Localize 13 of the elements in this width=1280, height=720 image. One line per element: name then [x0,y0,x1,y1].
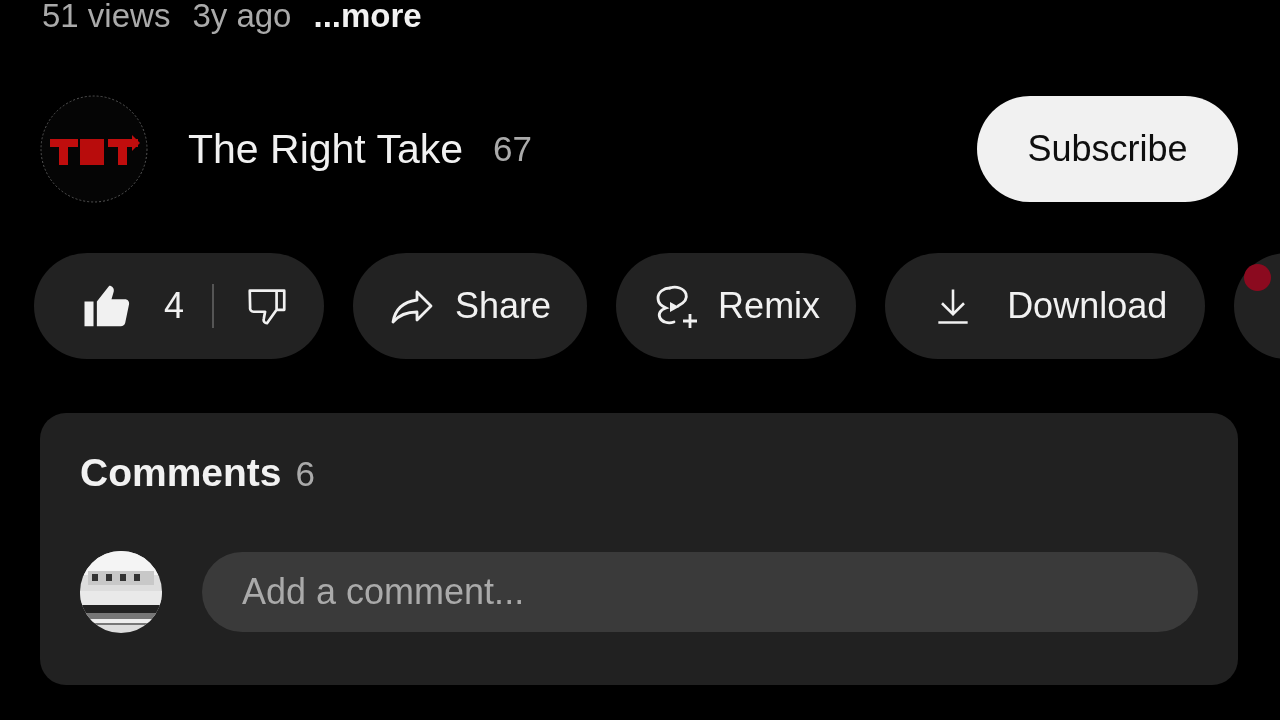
upload-age: 3y ago [192,0,292,34]
remix-button[interactable]: Remix [616,253,857,359]
subscribe-button[interactable]: Subscribe [977,96,1238,202]
channel-name[interactable]: The Right Take [188,125,463,173]
view-count: 51 views [42,0,171,34]
subscriber-count: 67 [493,129,532,169]
more-link[interactable]: ...more [313,0,422,34]
share-button[interactable]: Share [353,253,588,359]
download-button[interactable]: Download [885,253,1206,359]
comments-title: Comments [80,451,282,495]
comment-input[interactable]: Add a comment... [202,552,1198,632]
comment-count: 6 [295,454,315,494]
like-button[interactable]: 4 [80,279,185,333]
